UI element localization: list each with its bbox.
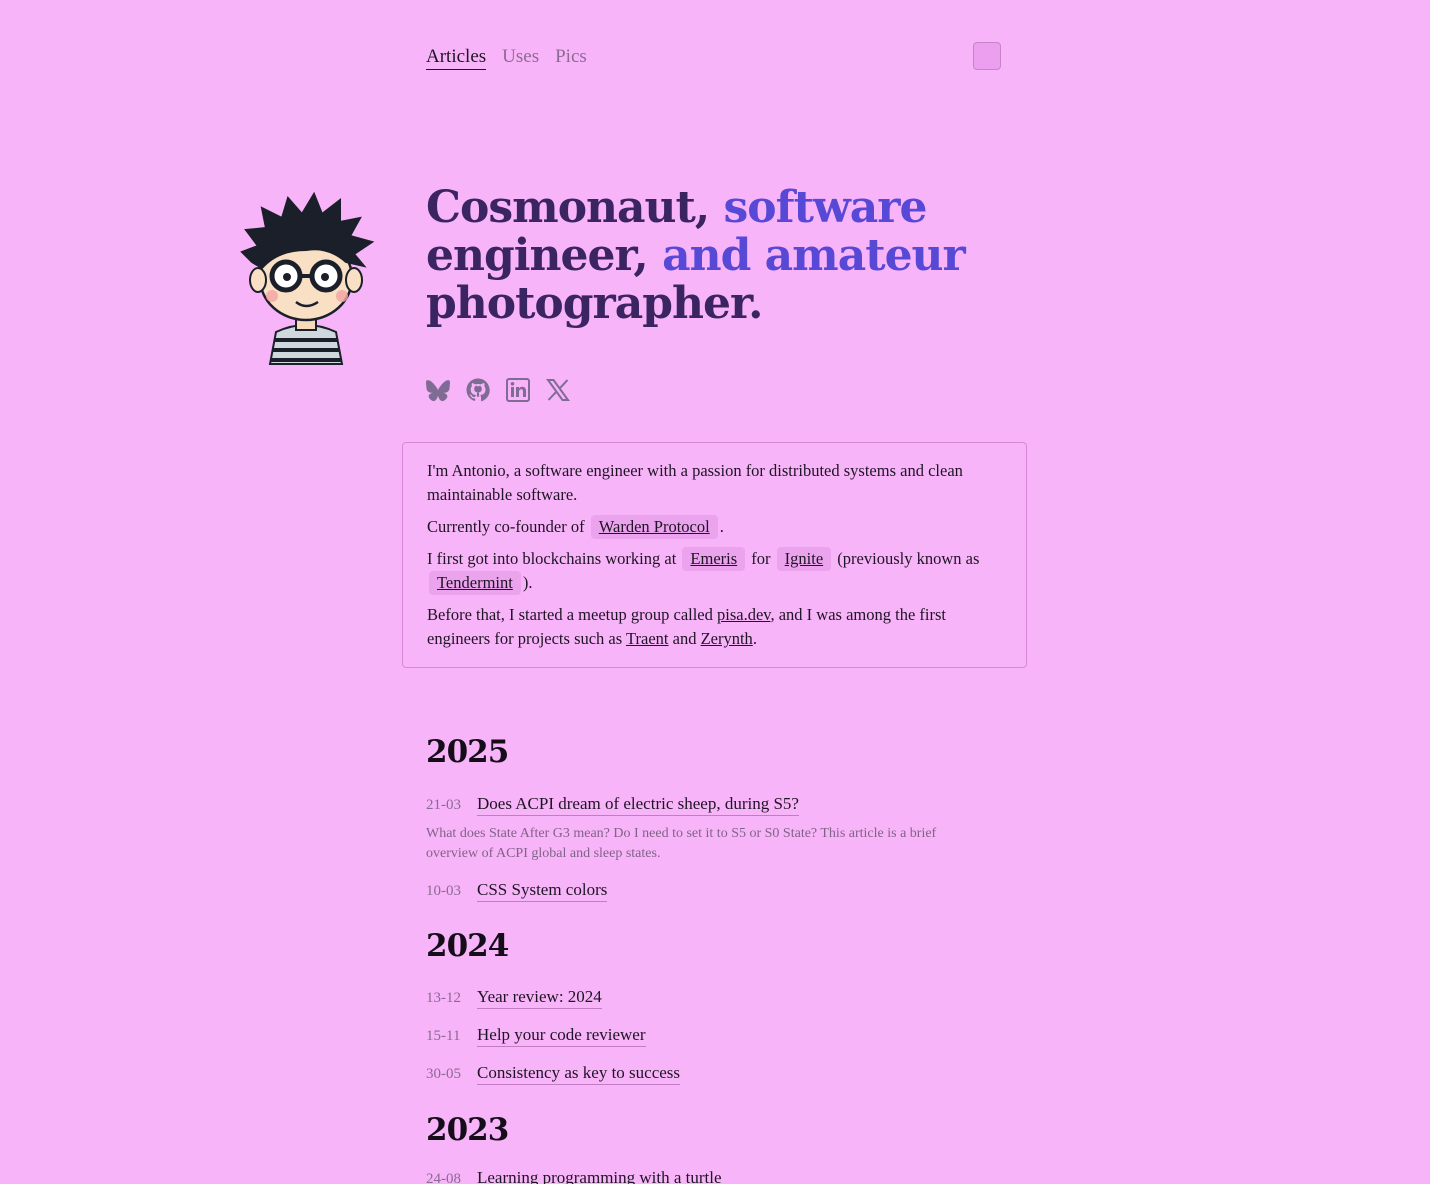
post-date: 24-08	[426, 1171, 461, 1184]
tendermint-link[interactable]: Tendermint	[429, 571, 521, 595]
post-title-link[interactable]: Does ACPI dream of electric sheep, durin…	[477, 794, 799, 816]
bio-card: I'm Antonio, a software engineer with a …	[402, 442, 1027, 668]
butterfly-icon[interactable]	[426, 378, 450, 402]
list-item: 30-05 Consistency as key to success	[426, 1063, 681, 1085]
zerynth-link[interactable]: Zerynth	[701, 629, 753, 648]
bio-current: Currently co-founder of Warden Protocol.	[427, 515, 1002, 539]
avatar	[232, 190, 380, 368]
hero-part5: photographer.	[426, 278, 763, 329]
main-nav: Articles Uses Pics	[426, 46, 587, 70]
post-date: 30-05	[426, 1066, 461, 1082]
traent-link[interactable]: Traent	[626, 629, 668, 648]
post-title-link[interactable]: Consistency as key to success	[477, 1063, 681, 1085]
year-heading-2023: 2023	[426, 1112, 509, 1148]
hero-part1: Cosmonaut,	[426, 182, 710, 233]
post-title-link[interactable]: Help your code reviewer	[477, 1025, 646, 1047]
list-item: 15-11 Help your code reviewer	[426, 1025, 646, 1047]
post-title-link[interactable]: Year review: 2024	[477, 987, 602, 1009]
emeris-link[interactable]: Emeris	[682, 547, 746, 571]
bio-current-suffix: .	[719, 517, 724, 536]
hero-part4: and amateur	[662, 230, 966, 281]
bio-blockchain-previously: (previously known as	[837, 549, 980, 568]
nav-articles[interactable]: Articles	[426, 46, 487, 70]
pisa-dev-link[interactable]: pisa.dev	[717, 605, 770, 624]
hero-part3: engineer,	[426, 230, 649, 281]
post-date: 21-03	[426, 797, 461, 813]
theme-toggle-button[interactable]	[973, 42, 1001, 70]
warden-protocol-link[interactable]: Warden Protocol	[590, 515, 718, 539]
list-item: 21-03 Does ACPI dream of electric sheep,…	[426, 794, 799, 816]
post-title-link[interactable]: CSS System colors	[477, 880, 608, 902]
post-title-link[interactable]: Learning programming with a turtle	[477, 1168, 722, 1184]
post-description: What does State After G3 mean? Do I need…	[426, 826, 937, 861]
hero-heading: Cosmonaut, software engineer, and amateu…	[426, 184, 986, 328]
ignite-link[interactable]: Ignite	[776, 547, 832, 571]
nav-uses[interactable]: Uses	[502, 46, 539, 70]
bio-before-and: and	[672, 629, 697, 648]
year-heading-2024: 2024	[426, 928, 509, 964]
social-links	[426, 378, 570, 402]
bio-blockchain-suffix: ).	[522, 573, 533, 592]
year-heading-2025: 2025	[426, 734, 509, 770]
bio-before-suffix: .	[752, 629, 757, 648]
bio-before-text: Before that, I started a meetup group ca…	[427, 605, 713, 624]
bio-before: Before that, I started a meetup group ca…	[427, 603, 1002, 651]
list-item: 24-08 Learning programming with a turtle	[426, 1168, 722, 1184]
bio-intro: I'm Antonio, a software engineer with a …	[427, 461, 963, 504]
nav-pics[interactable]: Pics	[555, 46, 587, 70]
list-item: 10-03 CSS System colors	[426, 880, 608, 902]
post-date: 10-03	[426, 883, 461, 899]
bio-blockchain: I first got into blockchains working at …	[427, 547, 1002, 595]
hero-part2: software	[723, 182, 928, 233]
x-icon[interactable]	[546, 378, 570, 402]
bio-blockchain-text: I first got into blockchains working at	[427, 549, 677, 568]
post-date: 13-12	[426, 990, 461, 1006]
bio-current-text: Currently co-founder of	[427, 517, 585, 536]
list-item: 13-12 Year review: 2024	[426, 987, 602, 1009]
github-icon[interactable]	[466, 378, 490, 402]
linkedin-icon[interactable]	[506, 378, 530, 402]
bio-blockchain-for: for	[751, 549, 771, 568]
post-date: 15-11	[426, 1028, 461, 1044]
